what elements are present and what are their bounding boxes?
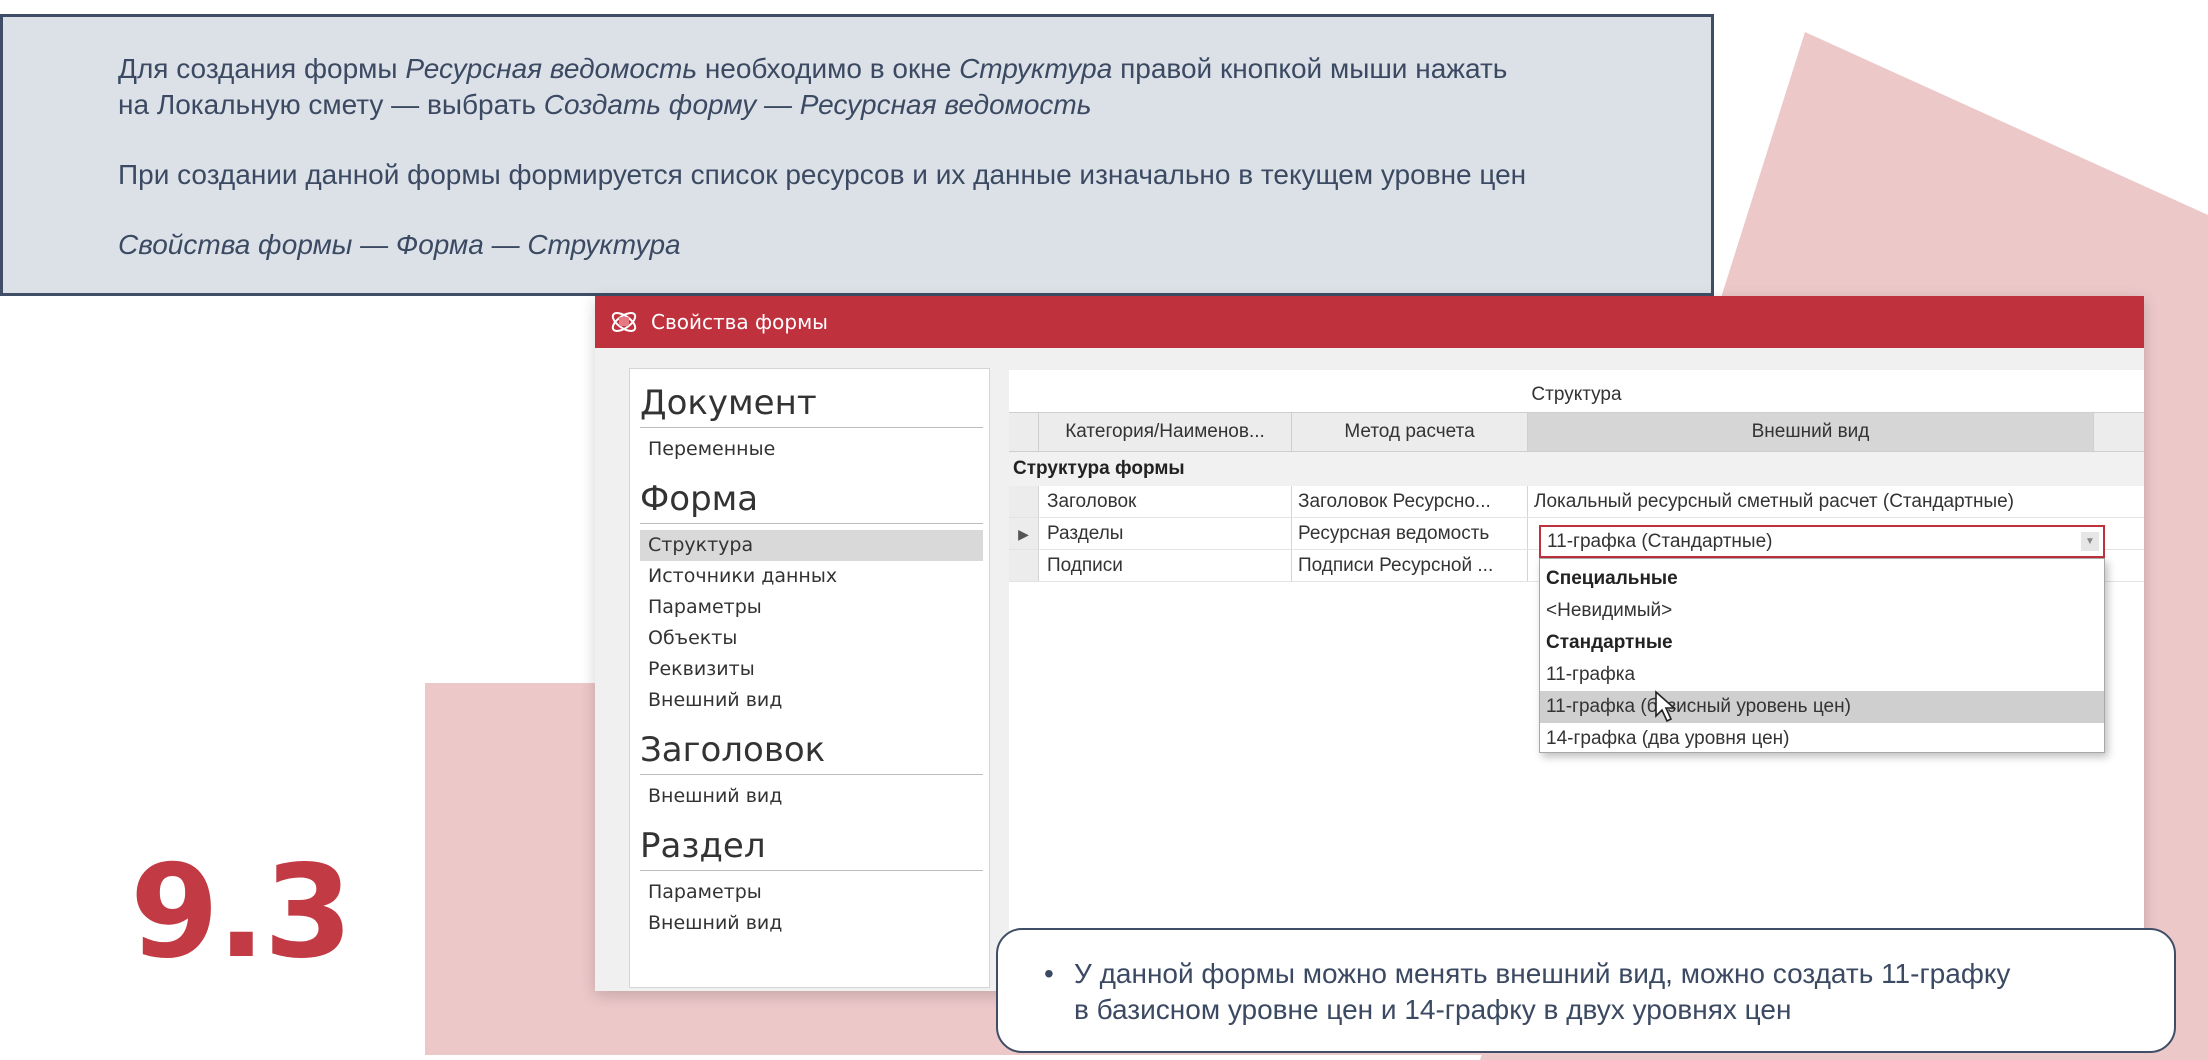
grid-header: Категория/Наименов... Метод расчета Внеш… bbox=[1009, 412, 2144, 452]
dropdown-option[interactable]: 11-графка (базисный уровень цен) bbox=[1540, 691, 2104, 723]
grid-header-indicator bbox=[1009, 413, 1039, 451]
nav-group: Раздел Параметры Внешний вид bbox=[630, 812, 989, 939]
nav-item[interactable]: Внешний вид bbox=[640, 908, 989, 939]
combo-value: 11-графка (Стандартные) bbox=[1547, 531, 1773, 552]
nav-group-heading: Заголовок bbox=[640, 716, 983, 775]
nav-item[interactable]: Структура bbox=[640, 530, 983, 561]
dropdown-group-header: Специальные bbox=[1546, 568, 1678, 589]
cell-name: Подписи bbox=[1039, 550, 1292, 581]
nav-item[interactable]: Источники данных bbox=[640, 561, 989, 592]
cell-view: Локальный ресурсный сметный расчет (Стан… bbox=[1534, 491, 2015, 512]
info-text-segment: правой кнопкой мыши нажать bbox=[1112, 53, 1508, 84]
window-titlebar[interactable]: Свойства формы bbox=[595, 296, 2144, 348]
column-header-category[interactable]: Категория/Наименов... bbox=[1039, 413, 1292, 451]
nav-item[interactable]: Параметры bbox=[640, 592, 989, 623]
nav-group: Форма Структура Источники данных Параметры О… bbox=[630, 465, 989, 716]
nav-group-heading: Форма bbox=[640, 465, 983, 524]
nav-item[interactable]: Реквизиты bbox=[640, 654, 989, 685]
nav-item[interactable]: Параметры bbox=[640, 877, 989, 908]
cell-method: Ресурсная ведомость bbox=[1292, 518, 1528, 549]
mouse-cursor-icon bbox=[1655, 690, 1677, 723]
info-text-segment: на Локальную смету — выбрать bbox=[118, 89, 544, 120]
window-title: Свойства формы bbox=[651, 310, 828, 334]
dropdown-option[interactable]: 14-графка (два уровня цен) bbox=[1540, 723, 2104, 755]
app-logo-icon bbox=[611, 312, 637, 332]
info-line-3: При создании данной формы формируется сп… bbox=[118, 159, 1527, 190]
callout-line-1: У данной формы можно менять внешний вид,… bbox=[1074, 958, 2011, 989]
nav-item[interactable]: Объекты bbox=[640, 623, 989, 654]
cell-method: Подписи Ресурсной ... bbox=[1292, 550, 1528, 581]
info-panel: Для создания формы Ресурсная ведомость н… bbox=[0, 14, 1714, 296]
view-dropdown-list: Специальные <Невидимый> Стандартные 11-граф… bbox=[1539, 558, 2105, 753]
callout-box: • У данной формы можно менять внешний ви… bbox=[996, 928, 2176, 1053]
form-properties-window: Свойства формы Документ Переменные Форма Ст… bbox=[595, 296, 2144, 991]
structure-title: Структура bbox=[1531, 384, 1622, 405]
column-header-view[interactable]: Внешний вид bbox=[1528, 413, 2094, 451]
properties-nav-panel: Документ Переменные Форма Структура Источник… bbox=[629, 368, 990, 988]
view-combobox[interactable]: 11-графка (Стандартные) ▼ bbox=[1539, 525, 2105, 558]
nav-item[interactable]: Внешний вид bbox=[640, 685, 989, 716]
nav-group: Документ Переменные bbox=[630, 369, 989, 465]
info-text-segment: Создать форму — Ресурсная ведомость bbox=[543, 89, 1092, 120]
nav-group-heading: Документ bbox=[640, 369, 983, 428]
info-text-segment: Структура bbox=[959, 53, 1113, 84]
cell-method: Заголовок Ресурсно... bbox=[1292, 486, 1528, 517]
nav-group: Заголовок Внешний вид bbox=[630, 716, 989, 812]
dropdown-option[interactable]: <Невидимый> bbox=[1540, 595, 2104, 627]
table-row[interactable]: Заголовок Заголовок Ресурсно... Локальный … bbox=[1009, 486, 2144, 518]
info-line-2: на Локальную смету — выбрать Создать фор… bbox=[118, 87, 1091, 123]
chevron-down-icon[interactable]: ▼ bbox=[2081, 532, 2099, 551]
section-number: 9.3 bbox=[130, 838, 353, 987]
info-line-4: Свойства формы — Форма — Структура bbox=[118, 229, 681, 260]
cell-name: Разделы bbox=[1039, 518, 1292, 549]
cell-name: Заголовок bbox=[1039, 486, 1292, 517]
info-line-1: Для создания формы Ресурсная ведомость н… bbox=[118, 51, 1507, 87]
info-text-segment: Для создания формы bbox=[118, 53, 406, 84]
dropdown-option[interactable]: 11-графка bbox=[1540, 659, 2104, 691]
grid-group-row[interactable]: Структура формы bbox=[1009, 452, 2144, 486]
info-text-segment: необходимо в окне bbox=[697, 53, 960, 84]
row-indicator bbox=[1009, 486, 1039, 517]
nav-item[interactable]: Переменные bbox=[640, 434, 989, 465]
slide: Для создания формы Ресурсная ведомость н… bbox=[0, 0, 2208, 1060]
structure-content-panel: Структура Категория/Наименов... Метод ра… bbox=[1009, 370, 2144, 950]
row-indicator: ▶ bbox=[1009, 518, 1039, 549]
callout-bullet: • bbox=[1044, 958, 1054, 989]
nav-item[interactable]: Внешний вид bbox=[640, 781, 989, 812]
column-header-method[interactable]: Метод расчета bbox=[1292, 413, 1528, 451]
row-indicator bbox=[1009, 550, 1039, 581]
nav-group-heading: Раздел bbox=[640, 812, 983, 871]
dropdown-group-header: Стандартные bbox=[1546, 632, 1673, 653]
info-text-segment: Ресурсная ведомость bbox=[405, 53, 698, 84]
callout-line-2: в базисном уровне цен и 14-графку в двух… bbox=[1074, 994, 1792, 1025]
